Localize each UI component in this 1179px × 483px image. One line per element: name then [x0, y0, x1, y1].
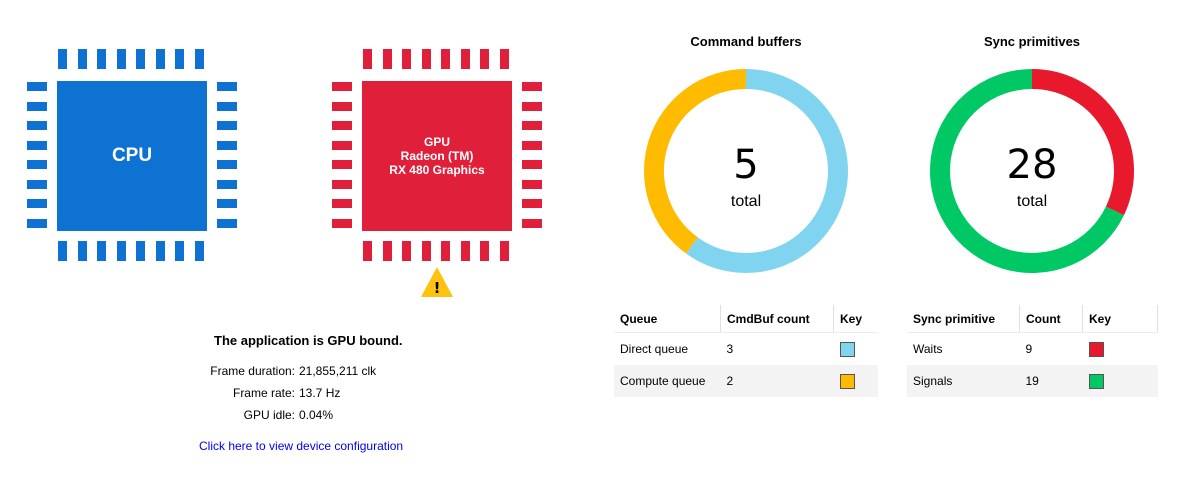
chip-pin [332, 160, 352, 169]
command-buffers-total: 5 [733, 142, 759, 188]
chip-pin [332, 121, 352, 130]
device-config-link[interactable]: Click here to view device configuration [199, 439, 403, 453]
column-header-key[interactable]: Key [833, 305, 878, 333]
chip-pin [382, 49, 392, 69]
chip-pin [480, 241, 489, 261]
chip-pin [499, 49, 509, 69]
gpu-chip: GPU Radeon (TM) RX 480 Graphics [0, 0, 560, 270]
chip-pin [441, 241, 450, 261]
command-buffers-table: Queue CmdBuf count Key Direct queue 3 Co… [614, 305, 878, 397]
table-header-row: Queue CmdBuf count Key [614, 305, 878, 333]
chip-pin [460, 49, 470, 69]
column-header-key[interactable]: Key [1082, 305, 1158, 333]
bound-status: The application is GPU bound. [214, 333, 403, 348]
column-header-count[interactable]: Count [1019, 305, 1083, 333]
table-row[interactable]: Direct queue 3 [614, 333, 878, 366]
chip-pin [332, 199, 352, 208]
gpu-model-line: RX 480 Graphics [389, 163, 485, 177]
table-row[interactable]: Waits 9 [907, 333, 1158, 366]
queue-name: Compute queue [614, 365, 721, 397]
chip-pin [332, 218, 352, 228]
warning-mark: ! [434, 279, 441, 297]
chip-pin [332, 101, 352, 111]
column-header-queue[interactable]: Queue [614, 305, 721, 333]
chip-pin [332, 82, 352, 91]
sync-primitives-total-label: total [1016, 193, 1048, 210]
chip-pin [522, 82, 542, 91]
chip-pin [522, 160, 542, 169]
command-buffers-total-label: total [730, 193, 762, 210]
table-row[interactable]: Signals 19 [907, 365, 1158, 397]
chip-pin [402, 241, 411, 261]
queue-count: 3 [726, 342, 734, 356]
stat-label: GPU idle: [243, 408, 295, 422]
key-swatch [1088, 341, 1104, 357]
chip-pin [402, 49, 411, 69]
chip-pin [480, 49, 489, 69]
gpu-die: GPU Radeon (TM) RX 480 Graphics [362, 81, 512, 231]
sync-count: 19 [1019, 365, 1083, 397]
chip-pin [382, 241, 392, 261]
chip-pin [499, 241, 509, 261]
stat-value: 21,855,211 clk [299, 364, 377, 378]
gpu-model-line: Radeon (TM) [400, 149, 474, 163]
table-row[interactable]: Compute queue 2 [614, 365, 878, 397]
chip-pin [332, 140, 352, 150]
key-swatch [839, 373, 855, 389]
table-header-row: Sync primitive Count Key [907, 305, 1158, 333]
queue-name: Direct queue [620, 342, 689, 356]
stat-label: Frame duration: [210, 364, 295, 378]
command-buffers-title: Command buffers [690, 34, 802, 49]
chip-pin [522, 101, 542, 111]
sync-primitives-table: Sync primitive Count Key Waits 9 Signals… [907, 305, 1158, 397]
key-swatch [1088, 373, 1104, 389]
sync-primitives-total: 28 [1006, 142, 1058, 188]
column-header-cmdbuf-count[interactable]: CmdBuf count [720, 305, 834, 333]
chip-pin [522, 140, 542, 150]
queue-count: 2 [720, 365, 834, 397]
chip-pin [441, 49, 450, 69]
chip-pin [522, 218, 542, 228]
chip-pin [522, 179, 542, 189]
stat-value: 13.7 Hz [299, 386, 341, 400]
chip-pin [460, 241, 470, 261]
chip-pin [332, 179, 352, 189]
sync-name: Signals [907, 365, 1020, 397]
sync-name: Waits [913, 342, 943, 356]
chip-pin [522, 199, 542, 208]
chip-pin [363, 49, 372, 69]
stat-label: Frame rate: [232, 386, 295, 400]
key-swatch [839, 341, 855, 357]
column-header-sync-primitive[interactable]: Sync primitive [907, 305, 1020, 333]
chip-pin [522, 121, 542, 130]
warning-triangle-icon: ! [421, 267, 453, 297]
sync-primitives-title: Sync primitives [983, 34, 1081, 49]
chip-pin [421, 49, 431, 69]
gpu-label: GPU [423, 135, 450, 149]
stat-value: 0.04% [299, 408, 334, 422]
chip-pin [363, 241, 372, 261]
chip-pin [421, 241, 431, 261]
sync-count: 9 [1025, 342, 1033, 356]
